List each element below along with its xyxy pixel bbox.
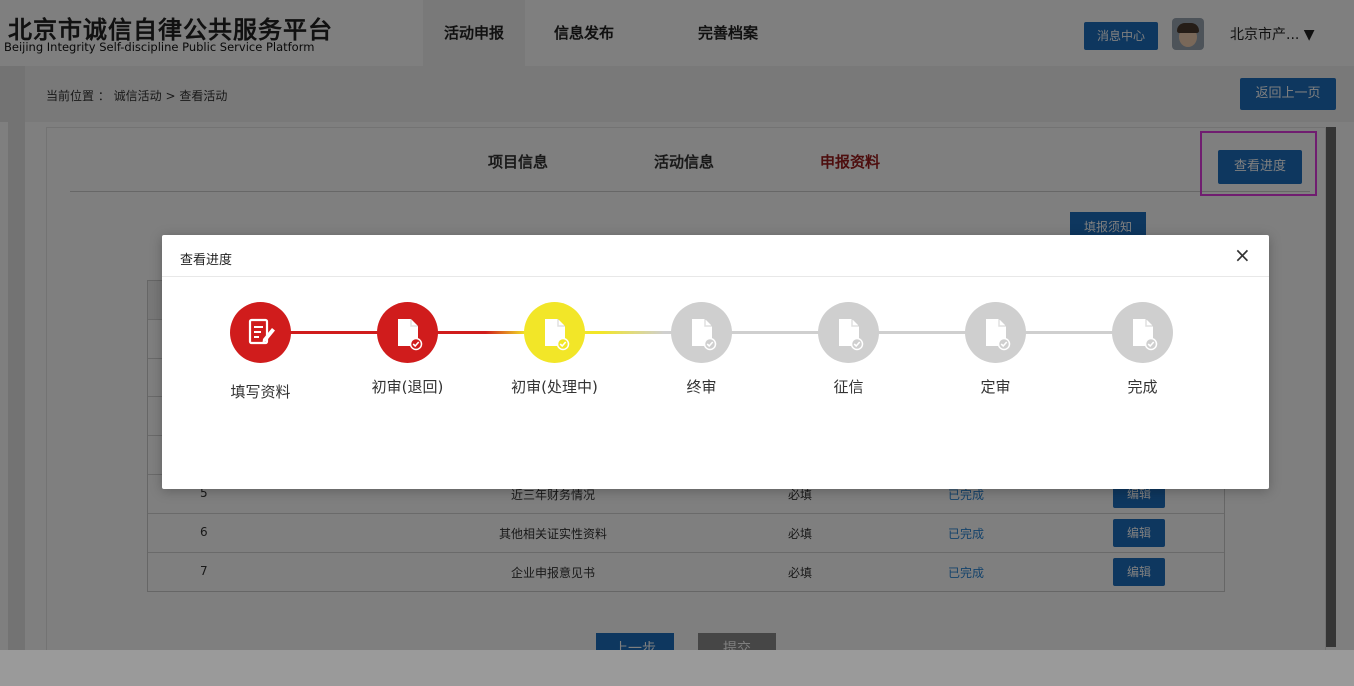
step-label: 征信 [833,378,864,396]
step-connector [583,331,673,334]
progress-modal: 查看进度 × 填写资料 初审(退回) 初审(处理中) 终审 征信 定审 完成 [162,235,1269,489]
step-connector [1024,331,1114,334]
step-label: 初审(退回) [371,378,444,396]
step-label: 初审(处理中) [511,378,598,396]
document-check-icon [524,302,585,363]
step-label: 定审 [980,378,1011,396]
step-label: 终审 [686,378,717,396]
document-check-icon [671,302,732,363]
step-label: 填写资料 [230,383,291,401]
document-check-icon [965,302,1026,363]
step-connector [289,331,379,334]
document-check-icon [818,302,879,363]
step-connector [877,331,967,334]
edit-form-icon [230,302,291,363]
step-connector [730,331,820,334]
footer-band [0,650,1354,686]
step-connector [436,331,526,334]
progress-steps: 填写资料 初审(退回) 初审(处理中) 终审 征信 定审 完成 [162,235,1269,489]
step-label: 完成 [1127,378,1158,396]
document-check-icon [1112,302,1173,363]
document-check-icon [377,302,438,363]
